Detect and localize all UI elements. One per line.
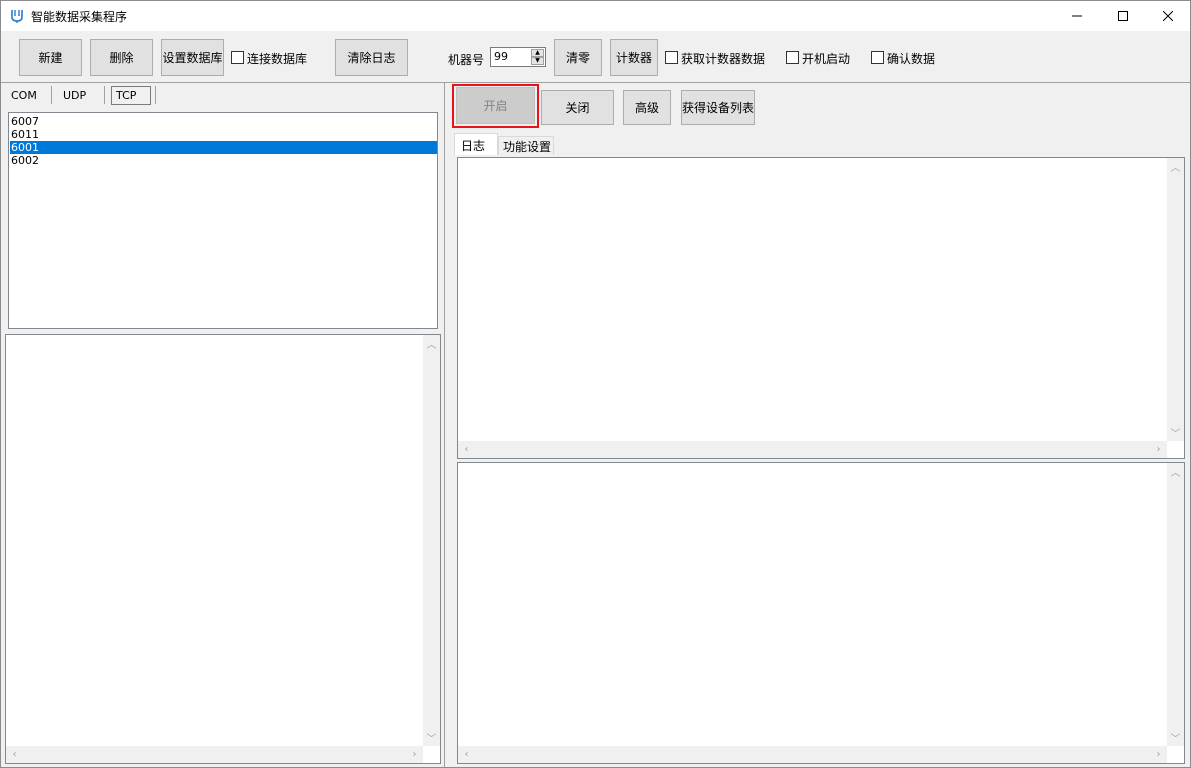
panel-splitter[interactable]: [444, 83, 445, 767]
scroll-left-icon[interactable]: ‹: [458, 746, 475, 763]
app-window: 智能数据采集程序 新建 删除 设置数据库 连接数据库 清除日志 机器号 99 ▲…: [0, 0, 1191, 768]
close-port-button[interactable]: 关闭: [541, 90, 614, 125]
open-button[interactable]: 开启: [456, 87, 535, 124]
list-item[interactable]: 6007: [10, 115, 437, 128]
new-button[interactable]: 新建: [19, 39, 82, 76]
title-bar: 智能数据采集程序: [1, 1, 1190, 31]
connect-db-label: 连接数据库: [247, 52, 308, 66]
scroll-left-icon[interactable]: ‹: [6, 746, 23, 763]
vertical-scrollbar[interactable]: ︿ ﹀: [1167, 463, 1184, 746]
reset-button[interactable]: 清零: [554, 39, 602, 76]
autostart-label: 开机启动: [802, 52, 851, 66]
log-textbox[interactable]: ︿ ﹀ ‹ ›: [457, 157, 1185, 459]
tab-tcp-label: TCP: [116, 89, 137, 102]
scroll-down-icon[interactable]: ﹀: [423, 729, 440, 746]
maximize-button[interactable]: [1100, 1, 1146, 31]
horizontal-scrollbar[interactable]: ‹ ›: [458, 441, 1167, 458]
tab-log-label: 日志: [461, 139, 486, 153]
list-item-selected[interactable]: 6001: [10, 141, 437, 154]
horizontal-scrollbar[interactable]: ‹ ›: [6, 746, 423, 763]
scroll-up-icon[interactable]: ︿: [423, 335, 440, 352]
scroll-up-icon[interactable]: ︿: [1167, 463, 1184, 480]
machine-no-value: 99: [494, 50, 508, 63]
get-device-list-button[interactable]: 获得设备列表: [681, 90, 755, 125]
connect-db-checkbox[interactable]: [231, 51, 244, 64]
get-counter-data-checkbox[interactable]: [665, 51, 678, 64]
list-item[interactable]: 6011: [10, 128, 437, 141]
app-logo-icon: [9, 8, 25, 24]
scroll-right-icon[interactable]: ›: [406, 746, 423, 763]
confirm-data-checkbox[interactable]: [871, 51, 884, 64]
vertical-scrollbar[interactable]: ︿ ﹀: [1167, 158, 1184, 441]
window-title: 智能数据采集程序: [31, 10, 128, 24]
minimize-icon: [1072, 15, 1082, 17]
tab-function-settings-label: 功能设置: [503, 140, 552, 154]
get-counter-data-label: 获取计数器数据: [681, 52, 766, 66]
machine-no-stepper[interactable]: 99 ▲ ▼: [490, 47, 546, 67]
scroll-down-icon[interactable]: ﹀: [1167, 424, 1184, 441]
list-item[interactable]: 6002: [10, 154, 437, 167]
horizontal-scrollbar[interactable]: ‹ ›: [458, 746, 1167, 763]
advanced-button[interactable]: 高级: [623, 90, 671, 125]
counter-button[interactable]: 计数器: [610, 39, 658, 76]
left-log-textbox[interactable]: ︿ ﹀ ‹ ›: [5, 334, 441, 764]
maximize-icon: [1118, 11, 1128, 21]
close-icon: [1163, 11, 1173, 21]
scroll-left-icon[interactable]: ‹: [458, 441, 475, 458]
tab-tcp[interactable]: TCP: [111, 86, 151, 105]
delete-button[interactable]: 删除: [90, 39, 153, 76]
port-list[interactable]: 6007 6011 6001 6002: [8, 112, 438, 329]
scroll-up-icon[interactable]: ︿: [1167, 158, 1184, 175]
confirm-data-label: 确认数据: [887, 52, 936, 66]
scroll-right-icon[interactable]: ›: [1150, 441, 1167, 458]
tab-log[interactable]: 日志: [454, 133, 498, 155]
tab-udp[interactable]: UDP: [63, 89, 86, 102]
tab-separator: [155, 86, 156, 104]
tab-separator: [104, 86, 105, 104]
close-button[interactable]: [1145, 1, 1191, 31]
minimize-button[interactable]: [1054, 1, 1100, 31]
stepper-down-icon[interactable]: ▼: [531, 57, 544, 65]
machine-no-label: 机器号: [448, 53, 485, 67]
vertical-scrollbar[interactable]: ︿ ﹀: [423, 335, 440, 746]
tab-function-settings[interactable]: 功能设置: [498, 136, 554, 155]
set-database-button[interactable]: 设置数据库: [161, 39, 224, 76]
stepper-up-icon[interactable]: ▲: [531, 49, 544, 57]
tab-com[interactable]: COM: [11, 89, 37, 102]
clear-log-button[interactable]: 清除日志: [335, 39, 408, 76]
data-textbox[interactable]: ︿ ﹀ ‹ ›: [457, 462, 1185, 764]
autostart-checkbox[interactable]: [786, 51, 799, 64]
scroll-right-icon[interactable]: ›: [1150, 746, 1167, 763]
tab-separator: [51, 86, 52, 104]
scroll-down-icon[interactable]: ﹀: [1167, 729, 1184, 746]
toolbar-divider: [1, 82, 1190, 83]
